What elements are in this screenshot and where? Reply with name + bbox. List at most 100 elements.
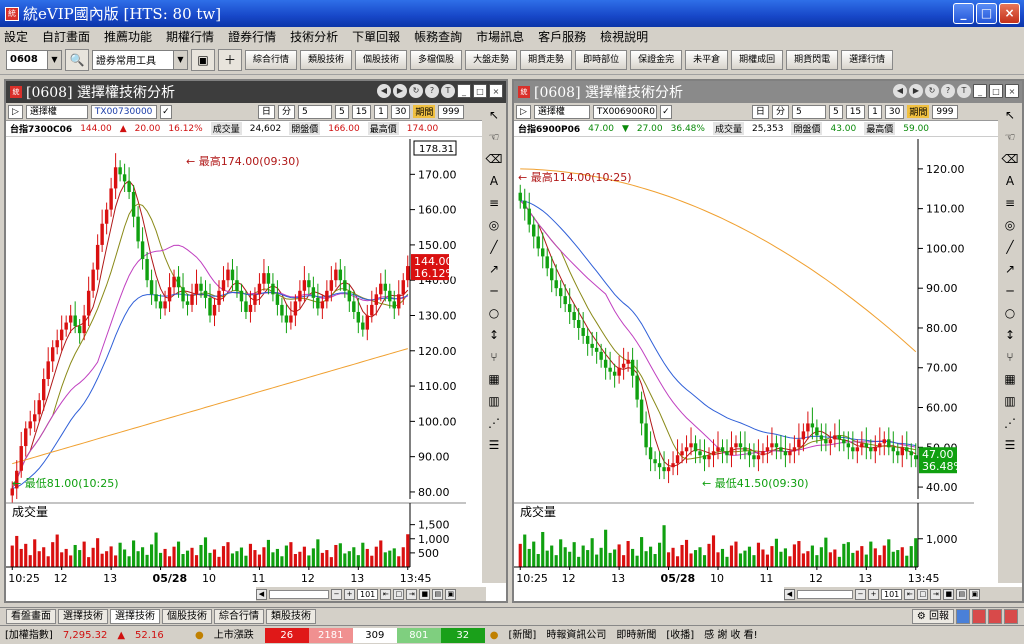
fan-icon[interactable]: ⋰ bbox=[488, 415, 500, 432]
report-button[interactable]: ⚙ 回報 bbox=[911, 609, 954, 624]
magnet-icon[interactable]: ◎ bbox=[1005, 217, 1015, 234]
left-product-select[interactable]: 選擇權 bbox=[25, 104, 88, 119]
fib-icon[interactable]: ☰ bbox=[1005, 437, 1016, 454]
toolbar-btn-7[interactable]: 保證金完 bbox=[630, 49, 683, 70]
refresh-icon[interactable]: ↻ bbox=[925, 84, 939, 98]
layout-red3-icon[interactable] bbox=[1004, 609, 1018, 624]
play-icon[interactable]: ▷ bbox=[8, 104, 23, 119]
menu-account[interactable]: 帳務查詢 bbox=[414, 28, 462, 45]
menu-orders[interactable]: 下單回報 bbox=[352, 28, 400, 45]
fork-icon[interactable]: ⑂ bbox=[490, 349, 497, 366]
tab-4[interactable]: 綜合行情 bbox=[214, 609, 264, 624]
menu-help[interactable]: 檢視說明 bbox=[600, 28, 648, 45]
maximize-button[interactable]: □ bbox=[976, 3, 997, 24]
text-icon[interactable]: A bbox=[490, 173, 498, 190]
arrow-line-icon[interactable]: ↗ bbox=[489, 261, 499, 278]
right-scroll-value[interactable]: 101 bbox=[881, 588, 903, 600]
panel-minimize-button[interactable]: _ bbox=[973, 84, 987, 98]
left-period-minute[interactable]: 分 bbox=[277, 104, 295, 119]
menu-settings[interactable]: 設定 bbox=[4, 28, 28, 45]
toolbar-btn-10[interactable]: 期貨閃電 bbox=[786, 49, 839, 70]
play-icon[interactable]: ▷ bbox=[516, 104, 531, 119]
nav-save-icon[interactable]: ■ bbox=[419, 588, 431, 600]
add-window-icon[interactable]: ＋ bbox=[218, 48, 242, 71]
prev-icon[interactable]: ◀ bbox=[377, 84, 391, 98]
tab-2[interactable]: 選擇技術 bbox=[110, 609, 160, 624]
hand-icon[interactable]: ☜ bbox=[1005, 129, 1016, 146]
prev-icon[interactable]: ◀ bbox=[893, 84, 907, 98]
lines-icon[interactable]: ≡ bbox=[489, 195, 499, 212]
panel-minimize-button[interactable]: _ bbox=[457, 84, 471, 98]
bars-icon[interactable]: ▥ bbox=[488, 393, 499, 410]
right-bars-input[interactable]: 999 bbox=[932, 104, 958, 119]
chevron-down-icon[interactable]: ▼ bbox=[173, 50, 187, 69]
left-scroll-value[interactable]: 101 bbox=[357, 588, 379, 600]
menu-securities[interactable]: 證券行情 bbox=[228, 28, 276, 45]
panel-close-button[interactable]: × bbox=[489, 84, 503, 98]
scroll-left-icon[interactable]: ◀ bbox=[256, 588, 267, 600]
nav-export-icon[interactable]: ▣ bbox=[969, 588, 981, 600]
close-button[interactable]: × bbox=[999, 3, 1020, 24]
nav-export-icon[interactable]: ▣ bbox=[445, 588, 457, 600]
scroll-left-icon[interactable]: ◀ bbox=[784, 588, 795, 600]
line-icon[interactable]: ╱ bbox=[490, 239, 497, 256]
right-scrollbar[interactable] bbox=[797, 589, 853, 599]
left-quick-30[interactable]: 30 bbox=[390, 104, 411, 119]
help-icon[interactable]: ? bbox=[941, 84, 955, 98]
nav-first-icon[interactable]: ⇤ bbox=[380, 588, 392, 600]
left-minute-select[interactable]: 5 bbox=[297, 104, 332, 119]
search-icon[interactable]: 🔍 bbox=[65, 48, 89, 71]
refresh-icon[interactable]: ↻ bbox=[409, 84, 423, 98]
zoom-out-icon[interactable]: − bbox=[855, 588, 866, 600]
help-icon[interactable]: ? bbox=[425, 84, 439, 98]
grid-icon[interactable]: ▦ bbox=[488, 371, 499, 388]
right-quick-15[interactable]: 15 bbox=[845, 104, 866, 119]
toolbar-btn-3[interactable]: 多檔個股 bbox=[410, 49, 463, 70]
lines-icon[interactable]: ≡ bbox=[1005, 195, 1015, 212]
alert-icon[interactable]: ● bbox=[485, 628, 504, 643]
toolbar-btn-5[interactable]: 期貨走勢 bbox=[520, 49, 573, 70]
layout-red-icon[interactable] bbox=[972, 609, 986, 624]
hline-icon[interactable]: ─ bbox=[490, 283, 497, 300]
left-quick-15[interactable]: 15 bbox=[351, 104, 372, 119]
nav-save-icon[interactable]: ■ bbox=[943, 588, 955, 600]
code-combo[interactable]: 0608 ▼ bbox=[6, 49, 62, 70]
menu-market-info[interactable]: 市場訊息 bbox=[476, 28, 524, 45]
magnet-icon[interactable]: ◎ bbox=[489, 217, 499, 234]
right-contract-select[interactable]: TX006900R0 bbox=[592, 104, 657, 119]
toolbar-btn-6[interactable]: 即時部位 bbox=[575, 49, 628, 70]
nav-print-icon[interactable]: ▤ bbox=[432, 588, 444, 600]
toolbar-btn-11[interactable]: 選擇行情 bbox=[841, 49, 894, 70]
nav-box-icon[interactable]: □ bbox=[917, 588, 929, 600]
tab-3[interactable]: 個股技術 bbox=[162, 609, 212, 624]
toolbar-btn-0[interactable]: 綜合行情 bbox=[245, 49, 298, 70]
arrow-line-icon[interactable]: ↗ bbox=[1005, 261, 1015, 278]
minimize-button[interactable]: _ bbox=[953, 3, 974, 24]
right-minute-select[interactable]: 5 bbox=[791, 104, 826, 119]
toolbar-btn-4[interactable]: 大盤走勢 bbox=[465, 49, 518, 70]
nav-print-icon[interactable]: ▤ bbox=[956, 588, 968, 600]
tool-select[interactable]: 證券常用工具 ▼ bbox=[92, 49, 188, 70]
menu-recommend[interactable]: 推薦功能 bbox=[104, 28, 152, 45]
nav-last-icon[interactable]: ⇥ bbox=[930, 588, 942, 600]
tab-1[interactable]: 選擇技術 bbox=[58, 609, 108, 624]
left-contract-select[interactable]: TX00730000 bbox=[90, 104, 157, 119]
right-checkbox[interactable]: ✓ bbox=[659, 104, 672, 119]
chevron-down-icon[interactable]: ▼ bbox=[47, 50, 61, 69]
layout-red2-icon[interactable] bbox=[988, 609, 1002, 624]
panel-maximize-button[interactable]: □ bbox=[473, 84, 487, 98]
line-icon[interactable]: ╱ bbox=[1006, 239, 1013, 256]
left-quick-1[interactable]: 1 bbox=[374, 104, 388, 119]
toolbar-btn-9[interactable]: 期權成回 bbox=[731, 49, 784, 70]
zoom-in-icon[interactable]: + bbox=[344, 588, 355, 600]
next-icon[interactable]: ▶ bbox=[909, 84, 923, 98]
hline-icon[interactable]: ─ bbox=[1006, 283, 1013, 300]
eraser-icon[interactable]: ⌫ bbox=[1002, 151, 1019, 168]
hand-icon[interactable]: ☜ bbox=[489, 129, 500, 146]
right-quick-5[interactable]: 5 bbox=[828, 104, 843, 119]
nav-last-icon[interactable]: ⇥ bbox=[406, 588, 418, 600]
nav-first-icon[interactable]: ⇤ bbox=[904, 588, 916, 600]
left-scrollbar[interactable] bbox=[269, 589, 329, 599]
left-chart[interactable]: 170.00160.00150.00140.00130.00120.00110.… bbox=[6, 139, 482, 587]
panel-maximize-button[interactable]: □ bbox=[989, 84, 1003, 98]
